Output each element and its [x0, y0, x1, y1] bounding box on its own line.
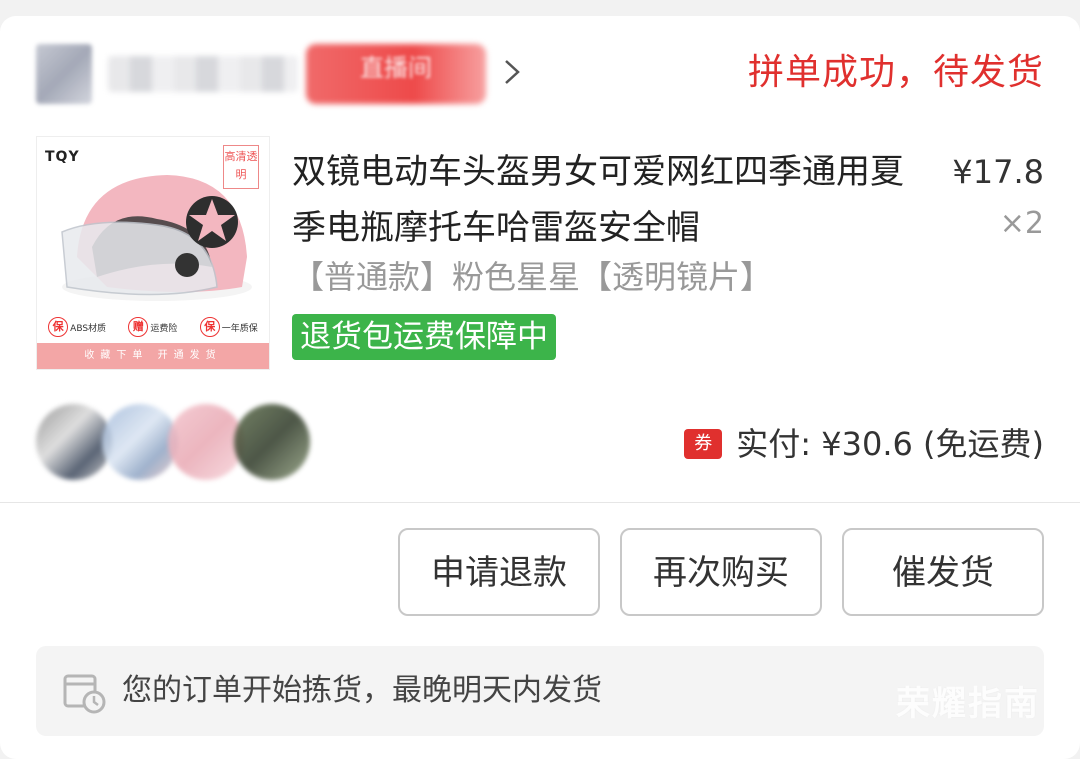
thumbnail-footer: 收藏下单 开通发货 [37, 343, 269, 369]
feature-badge: 保 ABS材质 [48, 317, 106, 337]
coupon-icon: 券 [684, 429, 723, 459]
paid-summary: 券 实付: ¥30.6 (免运费) [684, 420, 1044, 468]
unit-price: ¥17.8 [952, 153, 1044, 191]
return-shipping-insurance-tag[interactable]: 退货包运费保障中 [292, 314, 556, 360]
group-member-avatars[interactable] [36, 404, 326, 480]
delivery-clock-icon [63, 674, 106, 714]
shop-avatar[interactable] [36, 44, 92, 104]
product-title[interactable]: 双镜电动车头盔男女可爱网红四季通用夏季电瓶摩托车哈雷盔安全帽 [292, 144, 922, 256]
shipping-notice-text: 您的订单开始拣货，最晚明天内发货 [122, 673, 602, 708]
watermark: 荣耀指南 [896, 684, 1040, 724]
live-tag-label: 直播间 [360, 54, 432, 82]
product-spec: 【普通款】粉色星星【透明镜片】 [292, 258, 773, 296]
chevron-right-icon[interactable] [500, 58, 524, 86]
shop-name[interactable] [108, 56, 298, 92]
quantity: ×2 [999, 206, 1044, 241]
product-thumbnail[interactable]: TQY 高清透明 保 ABS材质 赠 运费险 保 一年质保 收藏下单 开通发货 [36, 136, 270, 370]
order-status: 拼单成功，待发货 [747, 52, 1044, 93]
feature-badge: 赠 运费险 [128, 317, 177, 337]
paid-amount: 实付: ¥30.6 (免运费) [736, 425, 1044, 463]
urge-shipping-button[interactable]: 催发货 [842, 528, 1044, 616]
feature-label: 运费险 [150, 323, 178, 334]
divider [0, 502, 1080, 503]
buy-again-button[interactable]: 再次购买 [620, 528, 822, 616]
guarantee-icon: 保 [199, 317, 220, 337]
avatar [168, 404, 244, 480]
avatar [102, 404, 178, 480]
refund-button[interactable]: 申请退款 [398, 528, 600, 616]
feature-label: ABS材质 [70, 323, 107, 334]
avatar [234, 404, 310, 480]
gift-icon: 赠 [128, 317, 149, 337]
feature-badges: 保 ABS材质 赠 运费险 保 一年质保 [37, 315, 269, 339]
guarantee-icon: 保 [48, 317, 69, 337]
hd-badge: 高清透明 [223, 145, 259, 189]
feature-badge: 保 一年质保 [199, 317, 258, 337]
shipping-notice[interactable]: 您的订单开始拣货，最晚明天内发货 [36, 646, 1044, 736]
avatar [36, 404, 112, 480]
feature-label: 一年质保 [221, 323, 258, 334]
brand-logo: TQY [45, 149, 80, 165]
